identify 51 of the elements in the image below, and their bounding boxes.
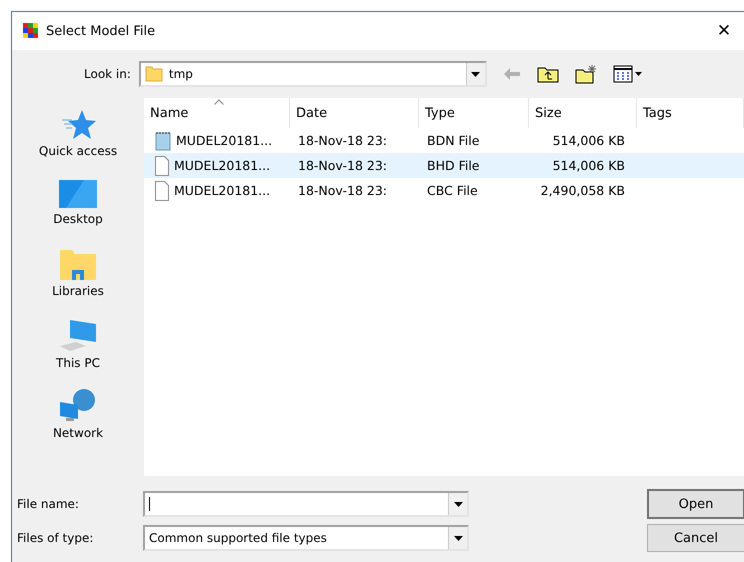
file-name-cell[interactable]: MUDEL20181...: [144, 153, 290, 178]
cancel-button[interactable]: Cancel: [647, 524, 744, 552]
file-icon: [154, 156, 170, 176]
table-cell-text: 2,490,058 KB: [540, 182, 626, 200]
table-cell-text: 18-Nov-18 23:: [297, 157, 388, 175]
column-header[interactable]: Tags: [637, 98, 744, 128]
table-cell-text: 18-Nov-18 23:: [297, 182, 388, 200]
computer-icon: [58, 318, 98, 354]
sidebar-item[interactable]: Desktop: [53, 178, 103, 248]
file-type-label: Files of type:: [17, 531, 94, 545]
sidebar-item[interactable]: Quick access: [38, 108, 118, 178]
sidebar-item[interactable]: This PC: [56, 318, 100, 388]
sidebar-item[interactable]: Libraries: [52, 248, 104, 318]
file-name-label: File name:: [17, 497, 80, 511]
table-cell-text: CBC File: [426, 182, 479, 200]
open-button[interactable]: Open: [647, 489, 744, 519]
file-row[interactable]: MUDEL20181... 18-Nov-18 23: BHD File 514,006 KB: [144, 153, 744, 178]
close-button[interactable]: ✕: [704, 16, 744, 46]
view-menu-icon[interactable]: [612, 65, 643, 83]
sidebar-item[interactable]: Network: [52, 388, 104, 458]
file-name-cell[interactable]: MUDEL20181...: [144, 178, 290, 203]
monitor-icon: [58, 178, 98, 210]
file-name-field[interactable]: [143, 491, 469, 517]
file-name-cell[interactable]: MUDEL20181...: [144, 128, 290, 153]
table-cell-text: BDN File: [426, 132, 480, 150]
table-cell-text: BHD File: [426, 157, 480, 175]
file-type-dropdown[interactable]: Common supported file types: [143, 525, 469, 551]
file-row[interactable]: MUDEL20181... 18-Nov-18 23: BDN File 514,006 KB: [144, 128, 744, 153]
column-header[interactable]: Size: [529, 98, 637, 128]
network-icon: [58, 388, 98, 424]
file-row[interactable]: MUDEL20181... 18-Nov-18 23: CBC File 2,490,058 KB: [144, 178, 744, 203]
column-header[interactable]: Name: [144, 98, 290, 128]
caret-icon: [471, 72, 480, 76]
app-logo-icon: [22, 22, 40, 40]
column-header[interactable]: Type: [419, 98, 529, 128]
up-folder-icon[interactable]: [536, 65, 559, 83]
text-file-icon: [154, 130, 172, 150]
star-icon: [60, 108, 96, 142]
window-title: Select Model File: [46, 24, 156, 38]
table-cell-text: 18-Nov-18 23:: [297, 132, 388, 150]
table-cell-text: 514,006 KB: [552, 157, 626, 175]
caret-icon: [454, 536, 462, 540]
new-folder-icon[interactable]: [574, 64, 597, 84]
file-icon: [154, 180, 170, 200]
caret-icon: [454, 502, 462, 506]
library-folder-icon: [58, 248, 98, 282]
table-cell-text: 514,006 KB: [552, 132, 626, 150]
look-in-label: Look in:: [84, 67, 131, 81]
folder-icon: [144, 66, 163, 82]
look-in-dropdown[interactable]: tmp: [138, 61, 487, 87]
column-header[interactable]: Date: [290, 98, 419, 128]
